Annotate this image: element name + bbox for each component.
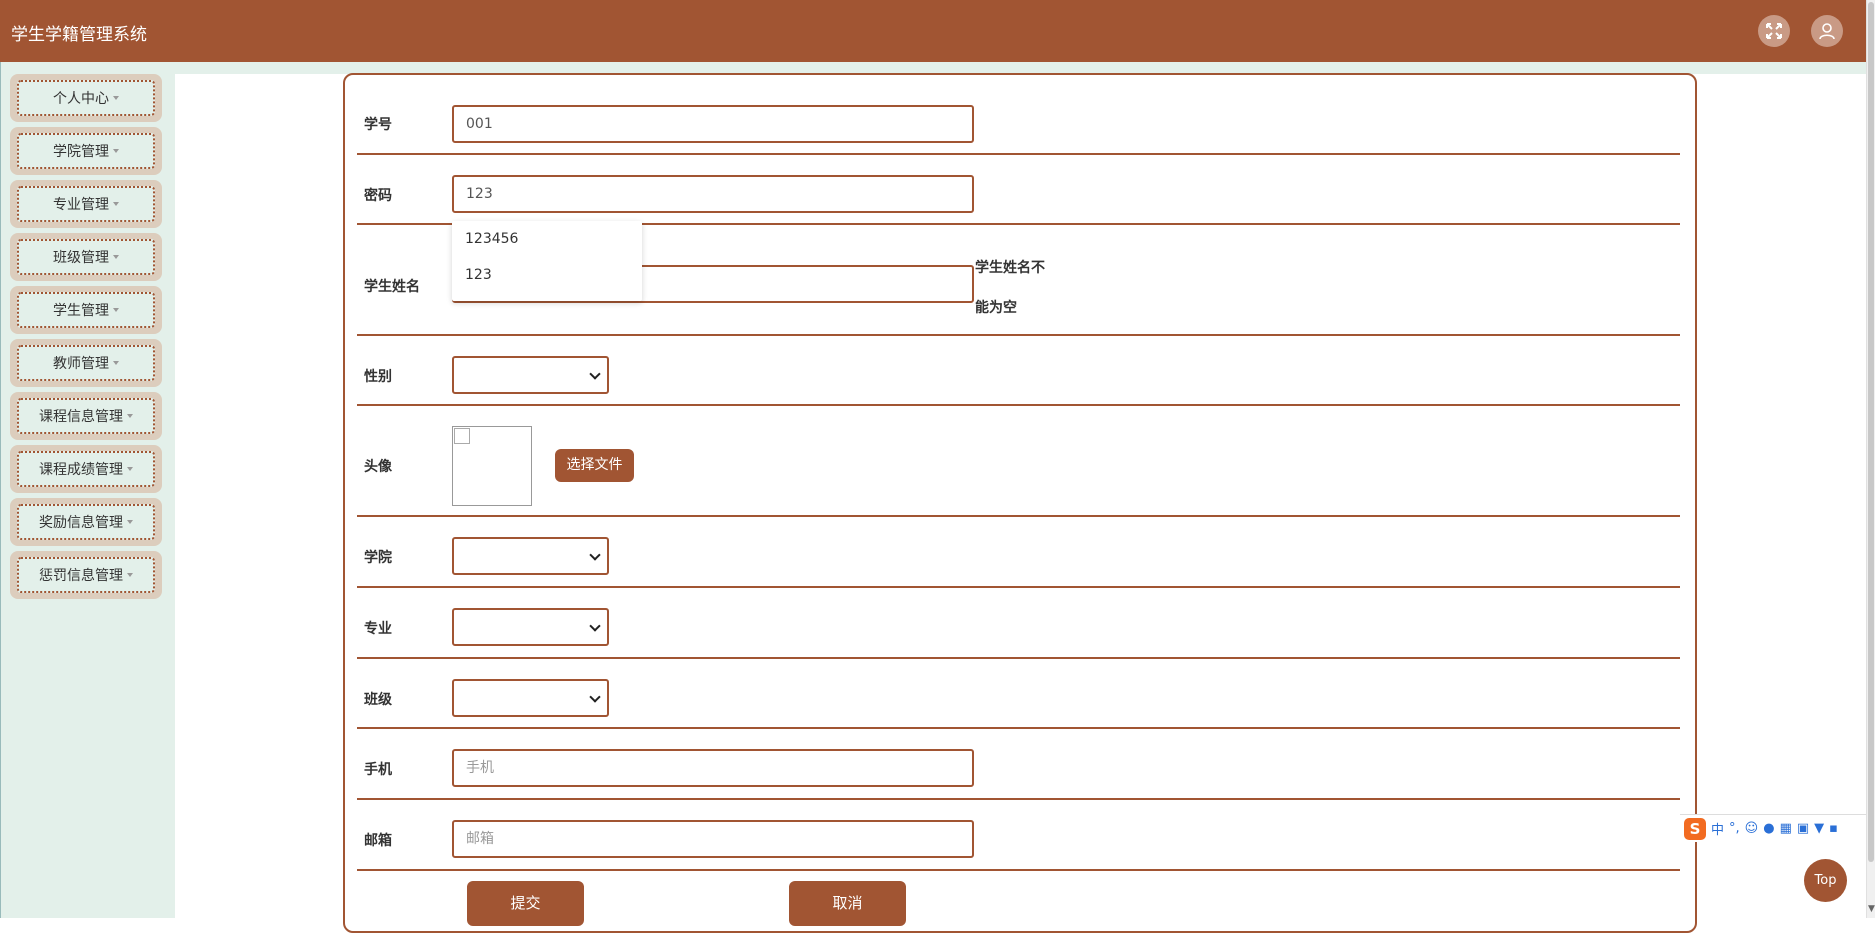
ime-punct-toggle[interactable]: °, bbox=[1729, 821, 1740, 836]
sidebar-item-label: 专业管理 bbox=[53, 197, 109, 213]
submit-button[interactable]: 提交 bbox=[467, 881, 584, 926]
form-row-email: 邮箱 邮箱 bbox=[357, 800, 1680, 871]
menu-grid-icon[interactable]: ▪ bbox=[1829, 821, 1838, 836]
sidebar-item-college[interactable]: 学院管理 bbox=[10, 127, 162, 175]
sidebar-item-personal-center[interactable]: 个人中心 bbox=[10, 74, 162, 122]
password-autocomplete: 123456 123 bbox=[452, 221, 642, 301]
form-row-college: 学院 bbox=[357, 517, 1680, 588]
chevron-down-icon bbox=[589, 368, 601, 380]
autocomplete-option[interactable]: 123456 bbox=[452, 221, 642, 257]
email-input[interactable]: 邮箱 bbox=[452, 820, 974, 858]
class-label: 班级 bbox=[364, 692, 392, 708]
sidebar-item-label: 学生管理 bbox=[53, 303, 109, 319]
sidebar-item-course-grades[interactable]: 课程成绩管理 bbox=[10, 445, 162, 493]
fullscreen-button[interactable] bbox=[1758, 15, 1790, 47]
emoji-icon[interactable]: ☺ bbox=[1745, 821, 1759, 836]
app-title: 学生学籍管理系统 bbox=[11, 25, 147, 45]
scrollbar-thumb[interactable] bbox=[1868, 2, 1874, 862]
phone-input[interactable]: 手机 bbox=[452, 749, 974, 787]
chevron-down-icon bbox=[589, 549, 601, 561]
sidebar-item-course-info[interactable]: 课程信息管理 bbox=[10, 392, 162, 440]
cancel-button[interactable]: 取消 bbox=[789, 881, 906, 926]
avatar-preview bbox=[452, 426, 532, 506]
student-id-label: 学号 bbox=[364, 117, 392, 133]
chevron-down-icon bbox=[113, 149, 119, 153]
form-row-password: 密码 123 bbox=[357, 155, 1680, 225]
user-button[interactable] bbox=[1811, 15, 1843, 47]
sidebar-item-label: 教师管理 bbox=[53, 356, 109, 372]
sidebar-item-label: 惩罚信息管理 bbox=[39, 568, 123, 584]
sidebar-item-label: 学院管理 bbox=[53, 144, 109, 160]
student-id-input[interactable]: 001 bbox=[452, 105, 974, 143]
password-input[interactable]: 123 bbox=[452, 175, 974, 213]
top-header: 学生学籍管理系统 bbox=[0, 0, 1866, 62]
chevron-down-icon bbox=[127, 520, 133, 524]
major-select[interactable] bbox=[452, 608, 609, 646]
ime-mode-toggle[interactable]: 中 bbox=[1711, 819, 1724, 838]
autocomplete-option[interactable]: 123 bbox=[452, 257, 642, 293]
user-icon bbox=[1819, 23, 1835, 40]
chevron-down-icon bbox=[113, 255, 119, 259]
email-label: 邮箱 bbox=[364, 833, 392, 849]
major-label: 专业 bbox=[364, 621, 392, 637]
sidebar-item-student[interactable]: 学生管理 bbox=[10, 286, 162, 334]
student-name-error: 学生姓名不 bbox=[975, 260, 1045, 276]
choose-file-button[interactable]: 选择文件 bbox=[555, 449, 634, 482]
ime-toolbar: S 中 °, ☺ ● ▦ ▣ ▼ ▪ bbox=[1680, 814, 1866, 842]
sidebar-item-punishment-info[interactable]: 惩罚信息管理 bbox=[10, 551, 162, 599]
password-label: 密码 bbox=[364, 188, 392, 204]
sidebar-item-label: 班级管理 bbox=[53, 250, 109, 266]
chevron-down-icon bbox=[589, 620, 601, 632]
chevron-down-icon bbox=[127, 414, 133, 418]
page-scrollbar[interactable]: ▼ bbox=[1866, 0, 1875, 918]
student-name-label: 学生姓名 bbox=[364, 279, 420, 295]
back-to-top-button[interactable]: Top bbox=[1804, 859, 1847, 902]
chevron-down-icon bbox=[113, 96, 119, 100]
chevron-down-icon bbox=[113, 202, 119, 206]
broken-image-icon bbox=[454, 428, 470, 444]
gender-label: 性别 bbox=[364, 369, 392, 385]
phone-label: 手机 bbox=[364, 762, 392, 778]
sidebar-item-class[interactable]: 班级管理 bbox=[10, 233, 162, 281]
student-name-error-cont: 能为空 bbox=[975, 300, 1017, 316]
skin-icon[interactable]: ▼ bbox=[1814, 821, 1824, 836]
form-row-phone: 手机 手机 bbox=[357, 729, 1680, 800]
microphone-icon[interactable]: ● bbox=[1763, 821, 1774, 836]
chevron-down-icon bbox=[127, 573, 133, 577]
form-row-student-id: 学号 001 bbox=[357, 96, 1680, 155]
chevron-down-icon bbox=[113, 361, 119, 365]
gender-select[interactable] bbox=[452, 356, 609, 394]
chevron-down-icon bbox=[113, 308, 119, 312]
college-label: 学院 bbox=[364, 550, 392, 566]
sidebar-item-reward-info[interactable]: 奖励信息管理 bbox=[10, 498, 162, 546]
form-row-gender: 性别 bbox=[357, 336, 1680, 406]
form-row-avatar: 头像 选择文件 bbox=[357, 406, 1680, 517]
sidebar-item-label: 奖励信息管理 bbox=[39, 515, 123, 531]
sidebar: 个人中心 学院管理 专业管理 班级管理 学生管理 教师管理 课程信息管理 课程成… bbox=[0, 62, 173, 918]
toolbox-icon[interactable]: ▣ bbox=[1797, 821, 1809, 836]
sogou-logo-icon[interactable]: S bbox=[1684, 817, 1706, 840]
sidebar-item-label: 课程成绩管理 bbox=[39, 462, 123, 478]
fullscreen-icon bbox=[1766, 23, 1782, 39]
chevron-down-icon bbox=[589, 691, 601, 703]
sidebar-item-teacher[interactable]: 教师管理 bbox=[10, 339, 162, 387]
class-select[interactable] bbox=[452, 679, 609, 717]
college-select[interactable] bbox=[452, 537, 609, 575]
chevron-down-icon bbox=[127, 467, 133, 471]
form-row-major: 专业 bbox=[357, 588, 1680, 659]
keyboard-icon[interactable]: ▦ bbox=[1780, 821, 1792, 836]
sidebar-item-label: 个人中心 bbox=[53, 91, 109, 107]
scroll-down-icon[interactable]: ▼ bbox=[1867, 904, 1875, 914]
sidebar-item-major[interactable]: 专业管理 bbox=[10, 180, 162, 228]
sidebar-item-label: 课程信息管理 bbox=[39, 409, 123, 425]
avatar-label: 头像 bbox=[364, 459, 392, 475]
form-row-class: 班级 bbox=[357, 659, 1680, 729]
